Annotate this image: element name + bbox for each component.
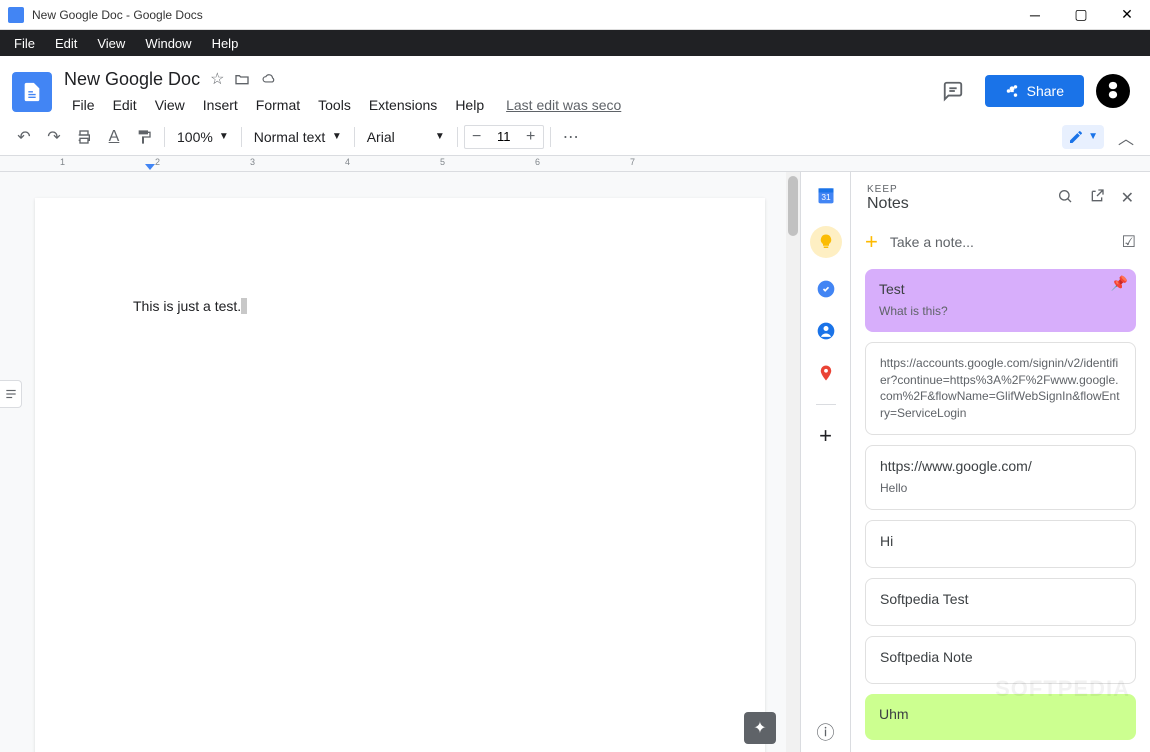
keep-note[interactable]: https://www.google.com/Hello bbox=[865, 445, 1136, 510]
docs-favicon bbox=[8, 7, 24, 23]
note-title: Softpedia Note bbox=[880, 649, 1121, 665]
keep-note[interactable]: Softpedia Test bbox=[865, 578, 1136, 626]
spellcheck-icon[interactable]: A bbox=[100, 123, 128, 151]
maps-icon[interactable] bbox=[815, 362, 837, 384]
font-size-plus[interactable]: + bbox=[519, 125, 543, 149]
redo-icon[interactable]: ↷ bbox=[40, 123, 68, 151]
pin-icon[interactable]: 📌 bbox=[1111, 275, 1128, 292]
minimize-button[interactable]: ─ bbox=[1012, 0, 1058, 30]
profile-avatar[interactable] bbox=[1096, 74, 1130, 108]
menu-file[interactable]: File bbox=[4, 34, 45, 53]
note-title: Hi bbox=[880, 533, 1121, 549]
calendar-icon[interactable]: 31 bbox=[815, 184, 837, 206]
tasks-icon[interactable] bbox=[815, 278, 837, 300]
share-button[interactable]: Share bbox=[985, 75, 1084, 107]
font-size-input[interactable] bbox=[489, 129, 519, 144]
ruler[interactable]: 1 2 3 4 5 6 7 bbox=[0, 156, 1150, 172]
maximize-button[interactable]: ▢ bbox=[1058, 0, 1104, 30]
docmenu-view[interactable]: View bbox=[147, 95, 193, 115]
last-edit-link[interactable]: Last edit was seco bbox=[506, 97, 621, 113]
undo-icon[interactable]: ↶ bbox=[10, 123, 38, 151]
keep-close-icon[interactable]: ✕ bbox=[1121, 188, 1134, 209]
keep-notes-list[interactable]: 📌Test What is this? https://accounts.googl… bbox=[851, 263, 1150, 752]
note-body: https://accounts.google.com/signin/v2/id… bbox=[880, 355, 1121, 422]
document-canvas[interactable]: This is just a test. ✦ bbox=[0, 172, 800, 752]
keep-icon[interactable] bbox=[810, 226, 842, 258]
keep-note[interactable]: Softpedia Note bbox=[865, 636, 1136, 684]
addons-plus-icon[interactable]: + bbox=[815, 425, 837, 447]
share-label: Share bbox=[1027, 83, 1064, 99]
side-panel: 31 + ⓘ bbox=[800, 172, 850, 752]
zoom-select[interactable]: 100% ▼ bbox=[171, 123, 235, 151]
keep-new-note-icon[interactable]: + bbox=[865, 229, 878, 255]
collapse-icon[interactable]: ︿ bbox=[1112, 123, 1140, 151]
print-icon[interactable] bbox=[70, 123, 98, 151]
menu-help[interactable]: Help bbox=[202, 34, 249, 53]
note-title: Softpedia Test bbox=[880, 591, 1121, 607]
star-icon[interactable]: ☆ bbox=[210, 69, 224, 89]
docmenu-insert[interactable]: Insert bbox=[195, 95, 246, 115]
editing-mode-button[interactable]: ▼ bbox=[1062, 125, 1104, 149]
document-page[interactable]: This is just a test. bbox=[35, 198, 765, 752]
note-body: What is this? bbox=[879, 303, 1122, 320]
side-panel-separator bbox=[816, 404, 836, 405]
style-select[interactable]: Normal text ▼ bbox=[248, 123, 348, 151]
toolbar: ↶ ↷ A 100% ▼ Normal text ▼ Arial ▼ − + ⋯… bbox=[0, 118, 1150, 156]
note-body: Hello bbox=[880, 480, 1121, 497]
menu-view[interactable]: View bbox=[87, 34, 135, 53]
keep-search-icon[interactable] bbox=[1057, 188, 1073, 209]
docs-logo[interactable] bbox=[12, 72, 52, 112]
window-title: New Google Doc - Google Docs bbox=[32, 8, 1012, 22]
app-menubar: File Edit View Window Help bbox=[0, 30, 1150, 56]
svg-text:31: 31 bbox=[821, 192, 831, 202]
note-title: Test bbox=[879, 281, 1122, 297]
font-size-minus[interactable]: − bbox=[465, 125, 489, 149]
contacts-icon[interactable] bbox=[815, 320, 837, 342]
cloud-icon[interactable] bbox=[260, 72, 278, 86]
keep-open-icon[interactable] bbox=[1089, 188, 1105, 209]
explore-button[interactable]: ✦ bbox=[744, 712, 776, 744]
window-titlebar: New Google Doc - Google Docs ─ ▢ ✕ bbox=[0, 0, 1150, 30]
menu-window[interactable]: Window bbox=[135, 34, 201, 53]
move-icon[interactable] bbox=[234, 71, 250, 87]
info-icon[interactable]: ⓘ bbox=[801, 712, 851, 752]
docs-header: New Google Doc ☆ File Edit View Insert F… bbox=[0, 56, 1150, 118]
docmenu-tools[interactable]: Tools bbox=[310, 95, 359, 115]
close-button[interactable]: ✕ bbox=[1104, 0, 1150, 30]
note-title: Uhm bbox=[879, 706, 1122, 722]
paint-format-icon[interactable] bbox=[130, 123, 158, 151]
menu-edit[interactable]: Edit bbox=[45, 34, 87, 53]
keep-note[interactable]: https://accounts.google.com/signin/v2/id… bbox=[865, 342, 1136, 435]
font-select[interactable]: Arial ▼ bbox=[361, 123, 451, 151]
keep-panel: KEEP Notes ✕ + Take a note... ☑ 📌Test Wha… bbox=[850, 172, 1150, 752]
document-body-text[interactable]: This is just a test. bbox=[133, 298, 241, 314]
keep-note[interactable]: 📌Test What is this? bbox=[865, 269, 1136, 332]
docmenu-edit[interactable]: Edit bbox=[105, 95, 145, 115]
keep-title: Notes bbox=[867, 195, 909, 213]
note-title: https://www.google.com/ bbox=[880, 458, 1121, 474]
comments-icon[interactable] bbox=[933, 73, 973, 109]
more-icon[interactable]: ⋯ bbox=[557, 123, 585, 151]
keep-note[interactable]: Uhm bbox=[865, 694, 1136, 740]
docmenu-format[interactable]: Format bbox=[248, 95, 308, 115]
keep-note[interactable]: Hi bbox=[865, 520, 1136, 568]
docmenu-file[interactable]: File bbox=[64, 95, 103, 115]
font-size-stepper[interactable]: − + bbox=[464, 125, 544, 149]
indent-marker[interactable] bbox=[145, 164, 155, 170]
docmenu-extensions[interactable]: Extensions bbox=[361, 95, 445, 115]
keep-take-note-input[interactable]: Take a note... bbox=[890, 234, 1110, 250]
doc-title[interactable]: New Google Doc bbox=[64, 69, 200, 90]
docmenu-help[interactable]: Help bbox=[447, 95, 492, 115]
keep-eyebrow: KEEP bbox=[867, 184, 909, 195]
outline-toggle-icon[interactable] bbox=[0, 380, 22, 408]
text-cursor bbox=[241, 298, 247, 314]
keep-new-list-icon[interactable]: ☑ bbox=[1122, 232, 1136, 252]
doc-scrollbar[interactable] bbox=[786, 172, 800, 752]
